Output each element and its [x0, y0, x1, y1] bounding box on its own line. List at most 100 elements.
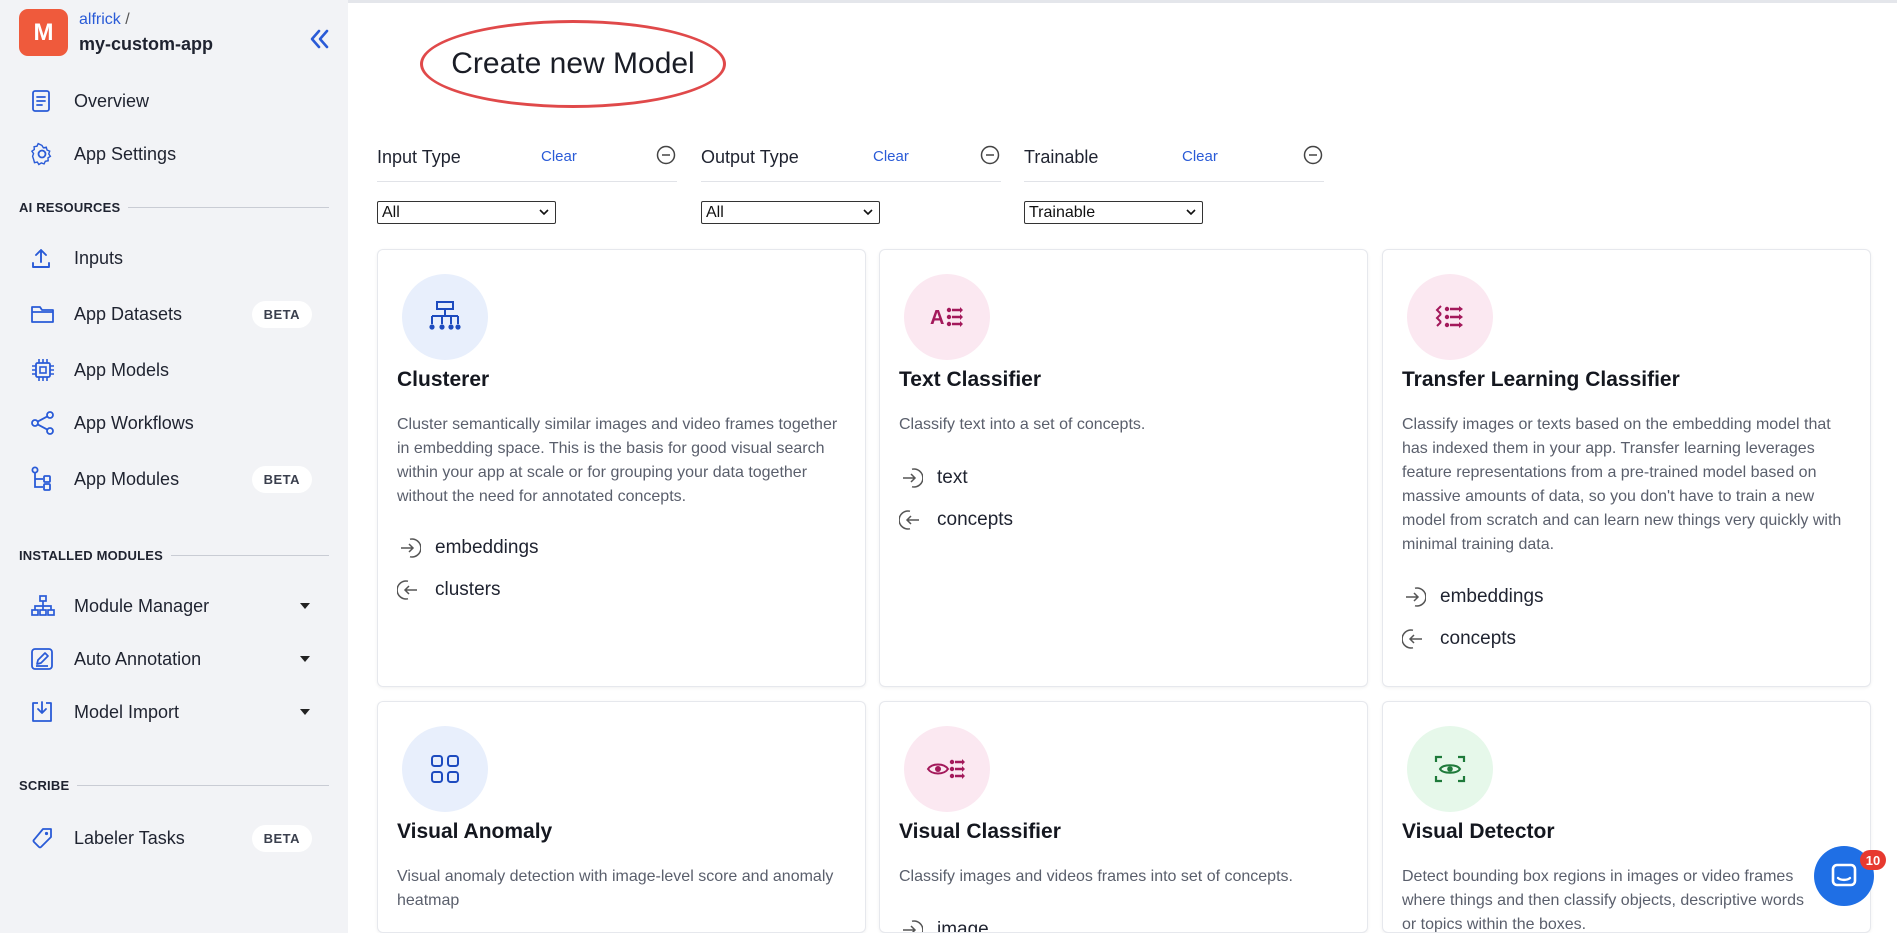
- card-description: Classify images and videos frames into s…: [899, 868, 1293, 885]
- collapse-filter-icon[interactable]: [655, 144, 677, 166]
- card-output-label: clusters: [435, 579, 501, 600]
- chevron-down-icon[interactable]: [300, 709, 310, 715]
- sidebar-item-labeler-tasks[interactable]: Labeler Tasks BETA: [30, 818, 320, 858]
- card-description: Visual anomaly detection with image-leve…: [397, 868, 834, 909]
- chip-icon: [30, 357, 66, 383]
- page-title: Create new Model: [451, 47, 695, 80]
- chevron-down-icon[interactable]: [300, 603, 310, 609]
- sidebar-item-label: App Workflows: [74, 412, 194, 433]
- filter-output-type: Output Type Clear: [701, 140, 1001, 182]
- sidebar-item-module-manager[interactable]: Module Manager: [30, 586, 320, 626]
- input-arrow-icon: [1406, 587, 1426, 607]
- collapse-filter-icon[interactable]: [1302, 144, 1324, 166]
- sidebar-item-label: Module Manager: [74, 595, 210, 616]
- card-input: embeddings: [1402, 585, 1544, 609]
- detector-icon: [1407, 726, 1493, 812]
- card-output: concepts: [1402, 627, 1516, 651]
- card-title: Text Classifier: [899, 368, 1042, 391]
- model-card-visual-anomaly[interactable]: Visual Anomaly Visual anomaly detection …: [377, 701, 866, 933]
- card-title: Transfer Learning Classifier: [1402, 368, 1680, 391]
- eye-classifier-icon: [904, 726, 990, 812]
- selected-value: Trainable: [1029, 203, 1096, 221]
- chevron-down-icon: [1186, 209, 1196, 216]
- sidebar-item-label: Inputs: [74, 247, 124, 268]
- section-title: SCRIBE: [19, 778, 70, 793]
- card-output-label: concepts: [937, 509, 1014, 530]
- upload-icon: [30, 245, 66, 271]
- notification-count-badge: 10: [1860, 850, 1886, 870]
- filter-title: Output Type: [701, 147, 799, 167]
- card-input-label: image: [937, 919, 989, 933]
- sidebar-item-app-modules[interactable]: App Modules BETA: [30, 459, 320, 499]
- section-divider: [128, 207, 329, 208]
- edit-icon: [30, 646, 66, 672]
- trainable-select[interactable]: Trainable: [1024, 201, 1203, 224]
- model-card-text-classifier[interactable]: A Text Classifier Classify text into a s…: [879, 249, 1368, 687]
- sidebar-item-auto-annotation[interactable]: Auto Annotation: [30, 639, 320, 679]
- card-input: embeddings: [397, 536, 539, 560]
- clear-button[interactable]: Clear: [541, 148, 577, 165]
- owner-link[interactable]: alfrick: [79, 11, 121, 28]
- section-divider: [77, 785, 329, 786]
- sidebar-item-app-datasets[interactable]: App Datasets BETA: [30, 294, 320, 334]
- sidebar-item-app-models[interactable]: App Models: [30, 350, 320, 390]
- section-title: INSTALLED MODULES: [19, 548, 163, 563]
- sidebar-item-overview[interactable]: Overview: [30, 81, 320, 121]
- model-card-clusterer[interactable]: Clusterer Cluster semantically similar i…: [377, 249, 866, 687]
- gear-icon: [30, 141, 66, 167]
- input-arrow-icon: [401, 538, 421, 558]
- chevron-down-icon: [863, 209, 873, 216]
- input-arrow-icon: [903, 468, 923, 488]
- sidebar: M alfrick / my-custom-app Overview App S…: [0, 0, 348, 933]
- beta-badge: BETA: [251, 824, 312, 852]
- selected-value: All: [382, 203, 400, 221]
- card-title: Visual Detector: [1402, 820, 1555, 843]
- grid-icon: [402, 726, 488, 812]
- model-card-visual-classifier[interactable]: Visual Classifier Classify images and vi…: [879, 701, 1368, 933]
- app-header: M alfrick / my-custom-app: [19, 9, 329, 59]
- chevron-down-icon[interactable]: [300, 656, 310, 662]
- filter-title: Input Type: [377, 147, 461, 167]
- sidebar-item-label: App Models: [74, 359, 170, 380]
- svg-text:A: A: [930, 307, 944, 329]
- document-icon: [30, 88, 66, 114]
- app-name[interactable]: my-custom-app: [79, 34, 213, 55]
- section-scribe: SCRIBE: [19, 778, 329, 793]
- beta-badge: BETA: [251, 465, 312, 493]
- card-input: text: [899, 466, 968, 490]
- card-output-label: concepts: [1440, 628, 1517, 649]
- owner-breadcrumb[interactable]: alfrick /: [79, 11, 130, 29]
- card-title: Visual Anomaly: [397, 820, 553, 843]
- output-arrow-icon: [899, 510, 919, 530]
- card-description: Classify images or texts based on the em…: [1402, 416, 1842, 553]
- text-classifier-icon: A: [904, 274, 990, 360]
- app-avatar[interactable]: M: [19, 9, 68, 56]
- section-title: AI RESOURCES: [19, 200, 121, 215]
- sidebar-item-inputs[interactable]: Inputs: [30, 238, 320, 278]
- card-description: Classify text into a set of concepts.: [899, 416, 1146, 433]
- folder-icon: [30, 301, 66, 327]
- collapse-filter-icon[interactable]: [979, 144, 1001, 166]
- output-type-select[interactable]: All: [701, 201, 880, 224]
- model-card-transfer-learning-classifier[interactable]: Transfer Learning Classifier Classify im…: [1382, 249, 1871, 687]
- card-output: concepts: [899, 508, 1013, 532]
- collapse-sidebar-icon[interactable]: [306, 26, 332, 52]
- clear-button[interactable]: Clear: [873, 148, 909, 165]
- sidebar-item-model-import[interactable]: Model Import: [30, 692, 320, 732]
- chevron-down-icon: [539, 209, 549, 216]
- output-arrow-icon: [1402, 629, 1422, 649]
- model-card-visual-detector[interactable]: Visual Detector Detect bounding box regi…: [1382, 701, 1871, 933]
- section-ai-resources: AI RESOURCES: [19, 200, 329, 215]
- input-type-select[interactable]: All: [377, 201, 556, 224]
- clear-button[interactable]: Clear: [1182, 148, 1218, 165]
- card-input-label: embeddings: [1440, 586, 1544, 607]
- filter-input-type: Input Type Clear: [377, 140, 677, 182]
- sidebar-item-label: Auto Annotation: [74, 648, 202, 669]
- chat-icon: [1831, 863, 1857, 887]
- sidebar-item-app-settings[interactable]: App Settings: [30, 134, 320, 174]
- sidebar-item-app-workflows[interactable]: App Workflows: [30, 403, 320, 443]
- sidebar-item-label: App Modules: [74, 468, 180, 489]
- import-icon: [30, 699, 66, 725]
- beta-badge: BETA: [251, 300, 312, 328]
- card-input-label: embeddings: [435, 537, 539, 558]
